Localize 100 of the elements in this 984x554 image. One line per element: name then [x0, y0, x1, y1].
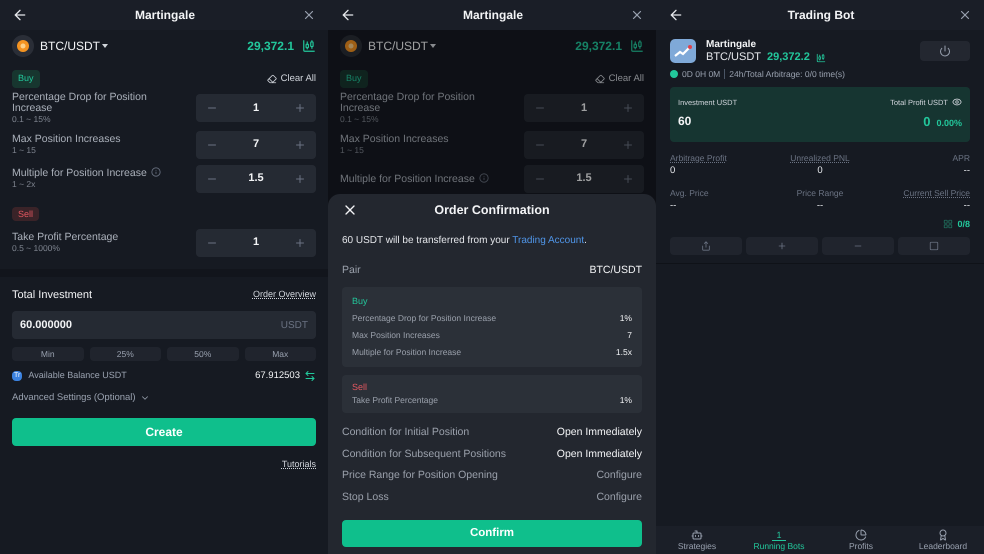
stepper-value: 1.5 — [248, 171, 264, 186]
investment-value: 60 — [678, 113, 692, 130]
parameter-label: Multiple for Position Increase — [340, 172, 489, 184]
detail-value: 1% — [620, 394, 632, 407]
investment-field[interactable]: 60.000000 USDT — [12, 311, 316, 339]
screen-title: Trading Bot — [788, 7, 854, 24]
bot-price: 29,372.2 — [767, 51, 810, 64]
amount-preset-button[interactable]: Min — [12, 347, 84, 361]
screen-title: Martingale — [462, 7, 523, 24]
stat-value: -- — [670, 199, 676, 214]
stat-value: 0 — [817, 164, 823, 178]
stepper-field[interactable]: 1 — [524, 94, 644, 122]
detail-value: 1.5x — [616, 346, 632, 358]
nav-tab[interactable]: 1 Running Bots — [738, 526, 820, 554]
plus-icon[interactable] — [622, 102, 634, 114]
parameter-label: Take Profit Percentage — [12, 232, 118, 242]
detail-value: 1% — [620, 312, 632, 325]
range-hint: 0.5 ~ 1000% — [12, 242, 61, 254]
plus-icon[interactable] — [294, 172, 306, 184]
detail-label: Multiple for Position Increase — [352, 346, 462, 358]
amount-preset-button[interactable]: 50% — [167, 347, 238, 361]
profit-value: 0 — [923, 113, 930, 131]
amount-preset-button[interactable]: Max — [244, 347, 316, 361]
parameter-label: Percentage Drop for Position Increase — [340, 92, 476, 114]
nav-tab[interactable]: Profits — [820, 526, 902, 554]
stepper-field[interactable]: 1 — [196, 228, 316, 256]
detail-value: Configure — [596, 490, 642, 505]
detail-value: Open Immediately — [556, 424, 642, 440]
bot-logo-icon — [670, 39, 696, 63]
detail-label: Stop Loss — [342, 490, 389, 505]
stepper-value: 1 — [580, 100, 588, 116]
detail-value: BTC/USDT — [590, 263, 642, 278]
pair-selector[interactable]: BTC/USDT — [368, 37, 436, 55]
chart-icon[interactable] — [630, 39, 644, 53]
profit-percentage: 0.00% — [936, 117, 962, 130]
pie-chart-icon[interactable] — [855, 529, 867, 541]
detail-label: Condition for Subsequent Positions — [342, 446, 506, 462]
stepper-field[interactable]: 1 — [196, 94, 316, 122]
plus-icon[interactable] — [294, 236, 306, 248]
stepper-field[interactable]: 7 — [524, 130, 644, 158]
order-count: 0/8 — [957, 218, 970, 230]
screen-title: Martingale — [134, 7, 195, 24]
eye-icon[interactable] — [952, 97, 962, 108]
trading-account-link[interactable]: Trading Account — [512, 235, 584, 246]
pair-selector[interactable]: BTC/USDT — [40, 37, 108, 55]
stepper-value: 1.5 — [576, 171, 592, 186]
buy-tag: Buy — [340, 70, 368, 88]
stepper-value: 7 — [580, 137, 588, 152]
eraser-icon — [594, 74, 605, 84]
advanced-settings-toggle[interactable]: Advanced Settings (Optional) — [12, 391, 150, 406]
range-hint: 1 ~ 15 — [340, 144, 365, 156]
back-icon[interactable] — [668, 7, 684, 23]
tutorials-link[interactable]: Tutorials — [282, 458, 316, 471]
clear-all-button[interactable]: Clear All — [266, 72, 316, 86]
price: 29,372.1 — [575, 38, 622, 55]
balance-label: Available Balance USDT — [28, 369, 127, 382]
bot-name: Martingale — [706, 38, 758, 51]
plus-icon[interactable] — [294, 138, 306, 150]
back-icon[interactable] — [12, 7, 28, 23]
nav-tab[interactable]: Leaderboard — [902, 526, 984, 554]
info-icon[interactable] — [478, 172, 489, 182]
stepper-value: 7 — [252, 137, 260, 152]
info-icon[interactable] — [150, 167, 161, 177]
detail-label: Take Profit Percentage — [352, 394, 438, 407]
stat-label: Current Sell Price — [903, 186, 970, 200]
stat-label: Avg. Price — [670, 186, 709, 200]
chart-icon[interactable] — [816, 52, 826, 62]
range-hint: 1 ~ 15 — [12, 144, 37, 156]
stop-bot-button[interactable] — [920, 41, 970, 61]
back-icon[interactable] — [340, 7, 356, 23]
section-title: Total Investment — [12, 288, 92, 302]
range-hint: 0.1 ~ 15% — [12, 114, 52, 124]
eraser-icon — [266, 74, 277, 84]
plus-icon[interactable] — [294, 102, 306, 114]
plus-icon[interactable] — [622, 172, 634, 184]
detail-label: Max Position Increases — [352, 329, 440, 342]
stepper-field[interactable]: 1.5 — [524, 164, 644, 192]
power-icon — [939, 45, 951, 57]
detail-label: Percentage Drop for Position Increase — [352, 312, 496, 325]
order-overview-link[interactable]: Order Overview — [252, 288, 316, 302]
sell-tag: Sell — [12, 206, 40, 220]
clear-all-button[interactable]: Clear All — [594, 72, 644, 86]
robot-icon[interactable] — [691, 529, 703, 541]
medal-icon[interactable] — [937, 529, 949, 541]
stepper-field[interactable]: 1.5 — [196, 164, 316, 192]
balance-value: 67.912503 — [255, 369, 300, 383]
detail-label: Pair — [342, 263, 361, 278]
plus-icon[interactable] — [622, 138, 634, 150]
amount-preset-button[interactable]: 25% — [90, 347, 161, 361]
square-icon — [929, 241, 939, 251]
detail-label: Condition for Initial Position — [342, 424, 470, 440]
runtime: 0D 0H 0M — [682, 68, 720, 81]
buy-tag: Buy — [12, 70, 40, 88]
chart-icon[interactable] — [302, 39, 316, 53]
stepper-field[interactable]: 7 — [196, 130, 316, 158]
transfer-icon[interactable] — [304, 370, 316, 382]
stat-value: 0 — [670, 164, 676, 178]
transfer-message: 60 USDT will be transferred from your Trading Account. — [342, 234, 588, 247]
plus-icon — [777, 241, 787, 251]
nav-tab[interactable]: Strategies — [656, 526, 738, 554]
